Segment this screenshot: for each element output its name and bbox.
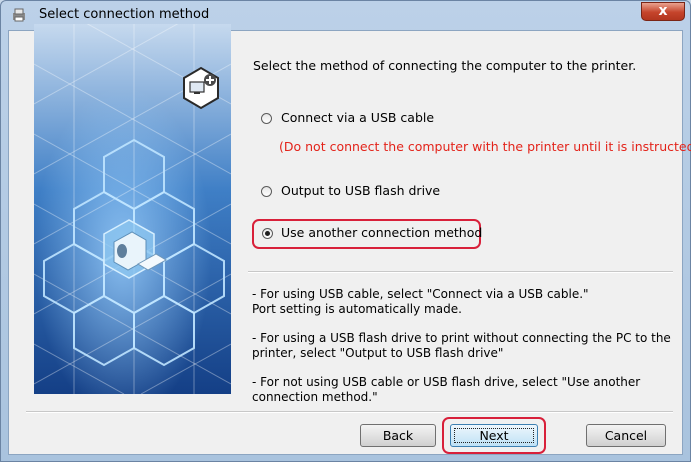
- window-app-icon: [13, 8, 25, 22]
- option-label-usb-cable[interactable]: Connect via a USB cable: [281, 110, 434, 126]
- note-other-method: - For not using USB cable or USB flash d…: [252, 375, 641, 404]
- focus-rectangle: [454, 428, 534, 443]
- button-bar-separator: [26, 411, 673, 413]
- note-usb-flash-drive: - For using a USB flash drive to print w…: [252, 331, 671, 360]
- note-usb-cable: - For using USB cable, select "Connect v…: [252, 287, 589, 316]
- radio-selected-dot: [265, 231, 270, 236]
- window-title: Select connection method: [39, 7, 210, 22]
- computer-add-icon: [183, 66, 219, 110]
- option-label-other-method[interactable]: Use another connection method: [281, 225, 482, 241]
- hexagon-illustration: [34, 24, 231, 394]
- radio-usb-cable[interactable]: [261, 113, 272, 124]
- notes-separator: [248, 271, 673, 273]
- next-button[interactable]: Next: [450, 424, 538, 447]
- close-button[interactable]: x: [641, 2, 685, 21]
- radio-other-method[interactable]: [262, 228, 273, 239]
- instruction-heading: Select the method of connecting the comp…: [253, 58, 637, 73]
- usb-connection-warning: (Do not connect the computer with the pr…: [279, 139, 691, 154]
- option-label-usb-flash-drive[interactable]: Output to USB flash drive: [281, 183, 440, 199]
- dialog-window: Select connection method x Select the me…: [0, 0, 691, 462]
- back-button[interactable]: Back: [360, 424, 436, 447]
- radio-usb-flash-drive[interactable]: [261, 186, 272, 197]
- cancel-button[interactable]: Cancel: [586, 424, 666, 447]
